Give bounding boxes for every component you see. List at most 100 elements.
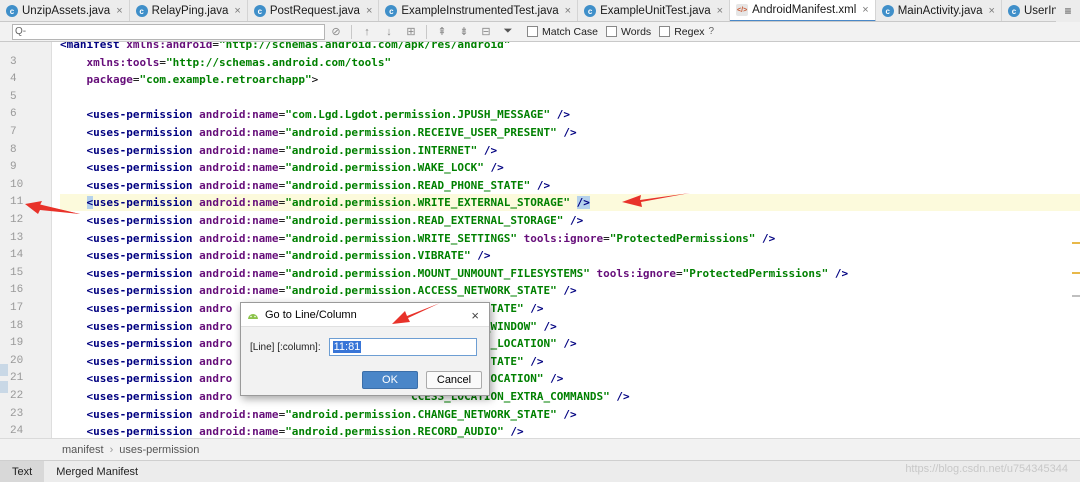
editor-tab-2[interactable]: c PostRequest.java ×	[248, 0, 380, 21]
close-tab-icon[interactable]: ×	[366, 5, 372, 17]
remove-selection-icon[interactable]: ⇟	[453, 23, 475, 41]
code-token: <uses-permission	[60, 249, 200, 263]
code-token: "http://schemas.android.com/tools"	[165, 55, 392, 69]
line-number: 3	[10, 55, 17, 68]
code-token: "android.permission.READ_EXTERNAL_STORAG…	[285, 214, 564, 227]
close-tab-icon[interactable]: ×	[234, 5, 240, 17]
code-token: android:	[199, 126, 253, 139]
previous-occurrence-icon[interactable]: ↑	[356, 23, 378, 41]
code-line[interactable]: <uses-permission android:name="android.p…	[60, 406, 1080, 423]
code-token: andro	[199, 337, 233, 351]
code-token: name	[252, 214, 279, 227]
words-checkbox[interactable]: Words	[606, 26, 651, 38]
code-token: />	[536, 319, 557, 333]
close-icon[interactable]: ×	[471, 308, 479, 323]
code-line[interactable]: <uses-permission andro CCESS_LOCATION_EX…	[60, 388, 1080, 405]
code-line[interactable]: xmlns:tools="http://schemas.android.com/…	[60, 54, 1080, 71]
code-line[interactable]: <uses-permission android:name="android.p…	[60, 423, 1080, 438]
editor-tab-label: ExampleInstrumentedTest.java	[401, 5, 559, 17]
code-line[interactable]: <uses-permission andro CCESS_FINE_LOCATI…	[60, 370, 1080, 387]
code-token: android:	[199, 214, 253, 227]
error-stripe-mark[interactable]	[1072, 272, 1080, 274]
code-token: name	[252, 425, 279, 438]
java-class-icon: c	[135, 5, 148, 17]
tab-merged-manifest[interactable]: Merged Manifest	[44, 461, 150, 482]
line-number: 8	[10, 143, 17, 156]
tab-overflow-button[interactable]: ≡	[1056, 0, 1080, 22]
code-area[interactable]: <manifest xmlns:android="http://schemas.…	[60, 42, 1080, 438]
code-token: <uses-permission	[60, 108, 200, 122]
editor-tab-6[interactable]: c MainActivity.java ×	[876, 0, 1002, 21]
editor-tab-0[interactable]: c UnzipAssets.java ×	[0, 0, 130, 21]
code-line[interactable]: <manifest xmlns:android="http://schemas.…	[60, 42, 1080, 53]
code-line[interactable]: <uses-permission andro HANGE_WIFI_STATE"…	[60, 353, 1080, 370]
java-class-icon: c	[6, 5, 18, 17]
close-tab-icon[interactable]: ×	[565, 5, 571, 17]
error-stripe-mark[interactable]	[1072, 295, 1080, 297]
code-line[interactable]: <uses-permission android:name="com.Lgd.L…	[60, 106, 1080, 123]
code-line[interactable]: <uses-permission android:name="android.p…	[60, 247, 1080, 264]
code-line[interactable]: <uses-permission andro YSTEM_ALERT_WINDO…	[60, 318, 1080, 335]
clear-search-icon[interactable]: ⊘	[325, 23, 347, 41]
code-token: />	[755, 231, 776, 245]
search-input[interactable]: Q-	[12, 23, 325, 40]
checkbox-box[interactable]	[659, 26, 671, 37]
next-occurrence-icon[interactable]: ↓	[378, 23, 400, 41]
cancel-button[interactable]: Cancel	[426, 371, 482, 389]
find-toolbar: Q- ⊘ ↑ ↓ ⊞ ⇞ ⇟ ⊟ ⏷ Match Case Words Rege…	[0, 22, 1080, 42]
code-token: "android.permission.MOUNT_UNMOUNT_FILESY…	[285, 266, 590, 280]
error-stripe-mark[interactable]	[1072, 242, 1080, 244]
line-number: 5	[10, 90, 17, 103]
code-line-current[interactable]: <uses-permission android:name="android.p…	[60, 194, 1080, 212]
checkbox-box[interactable]	[527, 26, 538, 37]
code-line[interactable]: <uses-permission android:name="android.p…	[60, 265, 1080, 282]
code-line[interactable]: <uses-permission android:name="android.p…	[60, 282, 1080, 299]
code-line[interactable]: <uses-permission andro CCESS_WIFI_STATE"…	[60, 300, 1080, 317]
line-number: 18	[10, 319, 24, 332]
close-tab-icon[interactable]: ×	[989, 5, 995, 17]
code-token: =	[603, 231, 610, 245]
code-line[interactable]: package="com.example.retroarchapp">	[60, 71, 1080, 88]
code-line[interactable]: <uses-permission android:name="android.p…	[60, 142, 1080, 159]
close-tab-icon[interactable]: ×	[717, 5, 723, 17]
vcs-change-marker[interactable]	[0, 364, 8, 376]
dialog-title: Go to Line/Column	[265, 308, 357, 321]
add-selection-icon[interactable]: ⇞	[431, 23, 453, 41]
close-tab-icon[interactable]: ×	[116, 5, 122, 17]
code-line[interactable]: <uses-permission android:name="android.p…	[60, 212, 1080, 229]
breadcrumb-uses-permission[interactable]: uses-permission	[119, 444, 199, 456]
breadcrumb-manifest[interactable]: manifest	[62, 444, 104, 456]
editor-tab-5[interactable]: </> AndroidManifest.xml ×	[730, 0, 876, 21]
filter-icon[interactable]: ⏷	[497, 23, 519, 41]
code-token: "android.permission.WRITE_SETTINGS"	[285, 231, 517, 245]
editor-tab-4[interactable]: c ExampleUnitTest.java ×	[578, 0, 731, 21]
match-case-checkbox[interactable]: Match Case	[527, 26, 598, 38]
editor-tab-1[interactable]: c RelayPing.java ×	[130, 0, 248, 21]
select-all-icon[interactable]: ⊟	[475, 23, 497, 41]
ok-button[interactable]: OK	[362, 371, 418, 389]
code-line[interactable]: <uses-permission android:name="android.p…	[60, 230, 1080, 247]
find-all-icon[interactable]: ⊞	[400, 23, 422, 41]
editor-tab-label: UnzipAssets.java	[22, 5, 111, 17]
toolbar-separator	[351, 24, 352, 39]
regex-help-icon[interactable]: ?	[709, 26, 715, 37]
code-token: =	[159, 55, 166, 69]
close-tab-icon[interactable]: ×	[862, 4, 868, 16]
editor-tab-3[interactable]: c ExampleInstrumentedTest.java ×	[379, 0, 579, 21]
code-token: />	[563, 214, 584, 227]
tab-text[interactable]: Text	[0, 460, 45, 482]
code-editor[interactable]: 3 4 5 6 7 8 9 10 11 12 13 14 15 16 17 18 19 20 21 22 23 24 <m…	[0, 42, 1080, 438]
code-line[interactable]: <uses-permission android:name="android.p…	[60, 159, 1080, 176]
code-line[interactable]	[60, 89, 1080, 106]
line-column-input[interactable]: 11:81	[328, 338, 477, 356]
code-token: package	[86, 73, 133, 87]
java-class-icon: c	[881, 5, 894, 17]
code-line[interactable]: <uses-permission android:name="android.p…	[60, 124, 1080, 141]
regex-checkbox[interactable]: Regex	[659, 26, 705, 38]
code-token: <uses-permission	[60, 143, 200, 157]
checkbox-box[interactable]	[606, 26, 618, 37]
vcs-change-marker[interactable]	[0, 381, 8, 393]
code-line[interactable]: <uses-permission andro CCESS_COARSE_LOCA…	[60, 335, 1080, 352]
code-line[interactable]: <uses-permission android:name="android.p…	[60, 177, 1080, 194]
